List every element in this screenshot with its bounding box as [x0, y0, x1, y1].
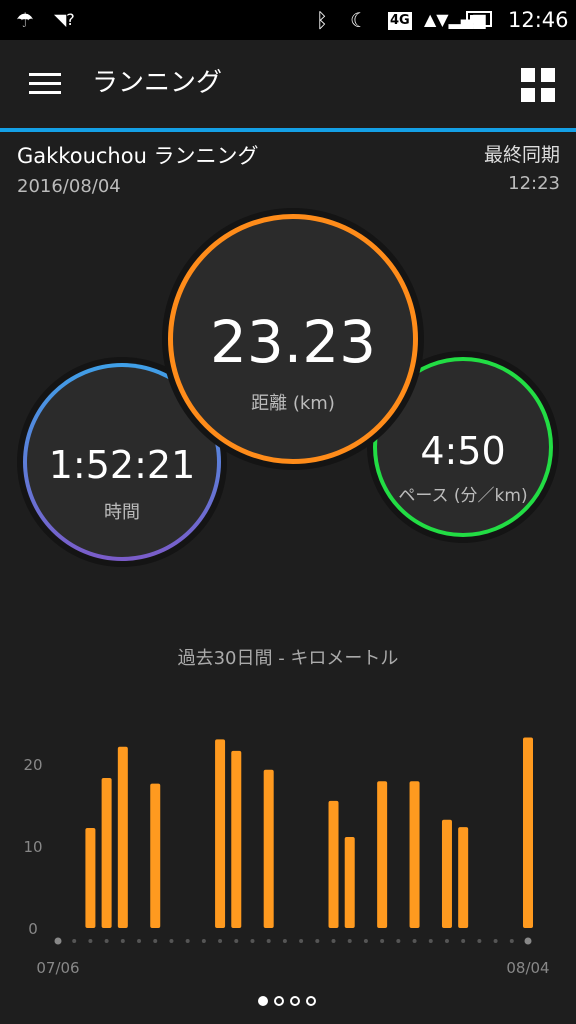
day-marker: [234, 939, 239, 943]
time-value: 1:52:21: [48, 443, 196, 487]
day-marker: [363, 939, 368, 943]
day-marker: [201, 939, 206, 943]
day-marker: [104, 939, 109, 943]
day-marker: [218, 939, 223, 943]
day-bar[interactable]: [263, 769, 274, 928]
battery-icon: [466, 11, 492, 27]
appbar-divider: [0, 128, 576, 132]
day-marker: [282, 939, 287, 943]
page-title: ランニング: [92, 68, 223, 98]
day-marker: [169, 939, 174, 943]
day-marker: [315, 939, 320, 943]
distance-label: 距離 (km): [251, 393, 335, 414]
day-marker: [137, 939, 142, 943]
clock: 12:46: [508, 8, 569, 32]
day-bar[interactable]: [458, 827, 469, 928]
y-tick-label: 10: [23, 838, 42, 856]
page-dot[interactable]: [306, 996, 316, 1006]
day-marker: [396, 939, 401, 943]
moon-icon: ☾: [350, 8, 368, 32]
umbrella-icon: ☂: [16, 8, 34, 32]
time-label: 時間: [104, 502, 140, 523]
day-marker: [299, 939, 304, 943]
bluetooth-icon: ᛒ: [316, 8, 328, 32]
day-marker: [493, 939, 498, 943]
activity-date: 2016/08/04: [17, 176, 121, 197]
day-bar[interactable]: [328, 800, 339, 928]
day-marker: [266, 939, 271, 943]
day-bar[interactable]: [409, 781, 420, 928]
grid-icon[interactable]: [521, 68, 555, 102]
page-dot[interactable]: [274, 996, 284, 1006]
day-marker: [477, 939, 482, 943]
day-bar[interactable]: [215, 739, 226, 928]
day-bar[interactable]: [441, 819, 452, 928]
y-tick-label: 0: [28, 920, 38, 938]
day-marker: [72, 939, 77, 943]
day-bar[interactable]: [377, 781, 388, 928]
day-marker: [428, 939, 433, 943]
page-dot[interactable]: [258, 996, 268, 1006]
x-tick-label: 08/04: [506, 959, 549, 977]
day-bar[interactable]: [150, 783, 161, 928]
distance-bar-chart[interactable]: 0 10 20 07/06 08/04: [0, 700, 576, 980]
chart-title: 過去30日間 - キロメートル: [177, 648, 399, 669]
last-sync-label: 最終同期: [483, 144, 560, 166]
wifi-question-icon: ◥?: [54, 10, 75, 29]
day-bar[interactable]: [523, 737, 533, 928]
last-sync-time: 12:23: [508, 173, 560, 194]
day-bar[interactable]: [85, 827, 96, 928]
app-bar: [0, 40, 576, 128]
day-marker: [524, 937, 532, 945]
page-dot[interactable]: [290, 996, 300, 1006]
status-bar: ☂ ◥? ᛒ ☾ 4G ▲▼▂▄▆ 12:46: [0, 0, 576, 40]
day-marker: [509, 939, 514, 943]
menu-icon[interactable]: [29, 73, 61, 95]
day-bar[interactable]: [344, 836, 355, 928]
y-tick-label: 20: [23, 756, 42, 774]
day-marker: [461, 939, 466, 943]
day-marker: [153, 939, 158, 943]
day-marker: [380, 939, 385, 943]
day-bar[interactable]: [231, 750, 242, 928]
day-marker: [412, 939, 417, 943]
x-tick-label: 07/06: [36, 959, 79, 977]
distance-value: 23.23: [209, 308, 377, 376]
day-marker: [331, 939, 336, 943]
day-bar[interactable]: [117, 746, 128, 928]
distance-stat-circle[interactable]: 23.23 距離 (km): [162, 208, 424, 470]
day-marker: [54, 937, 62, 945]
day-marker: [347, 939, 352, 943]
pace-value: 4:50: [420, 429, 506, 473]
day-marker: [88, 939, 93, 943]
pace-label: ペース (分／km): [398, 486, 528, 506]
day-marker: [120, 939, 125, 943]
day-bar[interactable]: [101, 777, 112, 928]
day-marker: [250, 939, 255, 943]
day-marker: [444, 939, 449, 943]
activity-name: Gakkouchou ランニング: [17, 144, 259, 168]
day-marker: [185, 939, 190, 943]
network-type-label: 4G: [388, 12, 412, 30]
